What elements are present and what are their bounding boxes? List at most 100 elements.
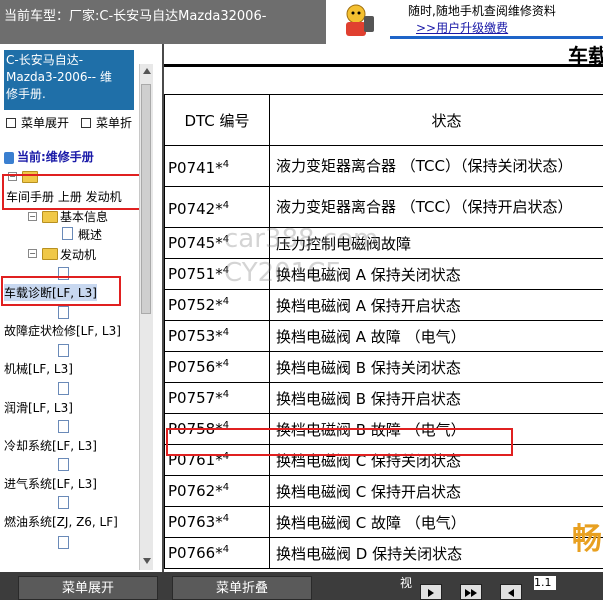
dtc-code-cell: P0753*4 [165,321,270,352]
scrollbar-thumb[interactable] [141,84,151,314]
expand-menu-button[interactable]: 菜单展开 [18,576,158,600]
dtc-status-cell: 压力控制电磁阀故障 [270,228,603,259]
column-header-status: 状态 [270,95,603,146]
corner-logo-glyph: 畅 [572,514,602,558]
tree-item-basic-info[interactable]: 基本信息 [60,208,108,225]
menu-expand-label: 菜单展开 [21,116,69,130]
header-rule [164,64,603,67]
play-left-icon [501,586,521,600]
document-icon [58,344,69,357]
dtc-code: P0757* [168,389,223,407]
scroll-down-arrow-icon[interactable] [143,558,151,564]
ad-banner[interactable]: 随时,随地手机查阅维修资料 >>用户升级缴费 [326,0,603,44]
dtc-status-cell: 换档电磁阀 B 保持关闭状态 [270,352,603,383]
manual-title-box: C-长安马自达- Mazda3-2006-- 维 修手册. [4,50,134,110]
footnote-marker: 4 [223,513,229,524]
footnote-marker: 4 [223,200,229,211]
dtc-status-cell: 换档电磁阀 C 保持开启状态 [270,476,603,507]
dtc-status-cell: 换档电磁阀 B 保持开启状态 [270,383,603,414]
highlight-box-p0758 [166,428,513,456]
upgrade-payment-link[interactable]: >>用户升级缴费 [416,19,508,36]
next-page-button[interactable] [420,584,442,600]
mascot-icon [332,2,380,40]
collapse-menu-button[interactable]: 菜单折叠 [172,576,312,600]
collapse-toggle-icon[interactable]: − [28,212,37,221]
dtc-code-cell: P0741*4 [165,146,270,187]
dtc-code: P0751* [168,265,223,283]
document-icon [58,306,69,319]
left-scrollbar[interactable] [139,64,153,570]
dtc-code: P0762* [168,482,223,500]
document-icon [58,496,69,509]
collapse-toggle-icon[interactable]: − [28,249,37,258]
dtc-code-cell: P0757*4 [165,383,270,414]
table-row: P0766*4换档电磁阀 D 保持关闭状态 [165,538,603,569]
bottom-toolbar: 菜单展开 菜单折叠 视 1.1 [0,572,603,600]
document-icon [58,536,69,549]
square-icon [6,118,16,128]
manual-title-line: Mazda3-2006-- 维 [6,69,132,86]
dtc-code: P0753* [168,327,223,345]
table-row: P0751*4 换档电磁阀 A 保持关闭状态 [165,259,603,290]
document-icon [58,420,69,433]
footnote-marker: 4 [223,265,229,276]
top-bar: 当前车型：厂家:C-长安马自达Mazda32006- 随时,随地手机查阅维修资料… [0,0,603,44]
tree-item-overview[interactable]: 概述 [78,226,102,243]
dtc-code: P0756* [168,358,223,376]
dtc-code: P0763* [168,513,223,531]
document-icon [58,458,69,471]
dtc-code-cell: P0756*4 [165,352,270,383]
highlight-box-onboard-diagnosis [1,276,121,306]
folder-open-icon [42,211,58,223]
footnote-marker: 4 [223,159,229,170]
menu-collapse-label: 菜单折 [96,116,132,130]
table-row: P0762*4换档电磁阀 C 保持开启状态 [165,476,603,507]
footnote-marker: 4 [223,234,229,245]
scroll-up-arrow-icon[interactable] [143,68,151,74]
dtc-code-cell: P0766*4 [165,538,270,569]
dtc-code: P0742* [168,200,223,218]
table-row: P0741*4液力变矩器离合器 （TCC）（保持关闭状态） [165,146,603,187]
current-car-title: 当前车型：厂家:C-长安马自达Mazda32006- [4,5,266,24]
tree-item-symptom-troubleshooting[interactable]: 故障症状检修[LF, L3] [4,322,121,339]
tree-item-cooling-system[interactable]: 冷却系统[LF, L3] [4,437,97,454]
table-row: P0756*4换档电磁阀 B 保持关闭状态 [165,352,603,383]
dtc-code: P0766* [168,544,223,562]
back-page-button[interactable] [500,584,522,600]
ad-slogan: 随时,随地手机查阅维修资料 [408,2,556,19]
dtc-code-cell: P0745*4 [165,228,270,259]
left-tree-panel: C-长安马自达- Mazda3-2006-- 维 修手册. 菜单展开 菜单折 当… [0,44,160,572]
table-row: P0753*4换档电磁阀 A 故障 （电气） [165,321,603,352]
book-icon [4,152,14,164]
dtc-status-cell: 液力变矩器离合器 （TCC）（保持开启状态） [270,187,603,228]
document-icon [62,227,73,240]
menu-expand-link[interactable]: 菜单展开 [6,114,69,131]
dtc-code: P0752* [168,296,223,314]
tree-item-mechanical[interactable]: 机械[LF, L3] [4,360,73,377]
table-row: P0752*4换档电磁阀 A 保持开启状态 [165,290,603,321]
dtc-code-cell: P0762*4 [165,476,270,507]
tree-item-fuel-system[interactable]: 燃油系统[ZJ, Z6, LF] [4,513,118,530]
footnote-marker: 4 [223,358,229,369]
dtc-status-cell: 换档电磁阀 A 保持关闭状态 [270,259,603,290]
view-label: 视 [400,574,412,591]
last-page-button[interactable] [460,584,482,600]
tree-item-intake-system[interactable]: 进气系统[LF, L3] [4,475,97,492]
dtc-status-cell: 换档电磁阀 D 保持关闭状态 [270,538,603,569]
dtc-code-cell: P0763*4 [165,507,270,538]
tree-item-engine[interactable]: 发动机 [60,246,96,263]
dtc-table: DTC 编号 状态 P0741*4液力变矩器离合器 （TCC）（保持关闭状态）P… [164,94,603,569]
tree-item-lubrication[interactable]: 润滑[LF, L3] [4,399,73,416]
dtc-code-cell: P0752*4 [165,290,270,321]
dtc-status-cell: 换档电磁阀 A 保持开启状态 [270,290,603,321]
folder-open-icon [42,248,58,260]
skip-end-icon [461,586,481,600]
table-row: P0757*4换档电磁阀 B 保持开启状态 [165,383,603,414]
page-number: 1.1 [534,576,556,590]
current-location-label: 当前:维修手册 [17,150,94,164]
menu-collapse-link[interactable]: 菜单折 [81,114,132,131]
square-icon [81,118,91,128]
footnote-marker: 4 [223,389,229,400]
manual-title-line: 修手册. [6,86,132,103]
highlight-box-manual-path [2,174,142,210]
